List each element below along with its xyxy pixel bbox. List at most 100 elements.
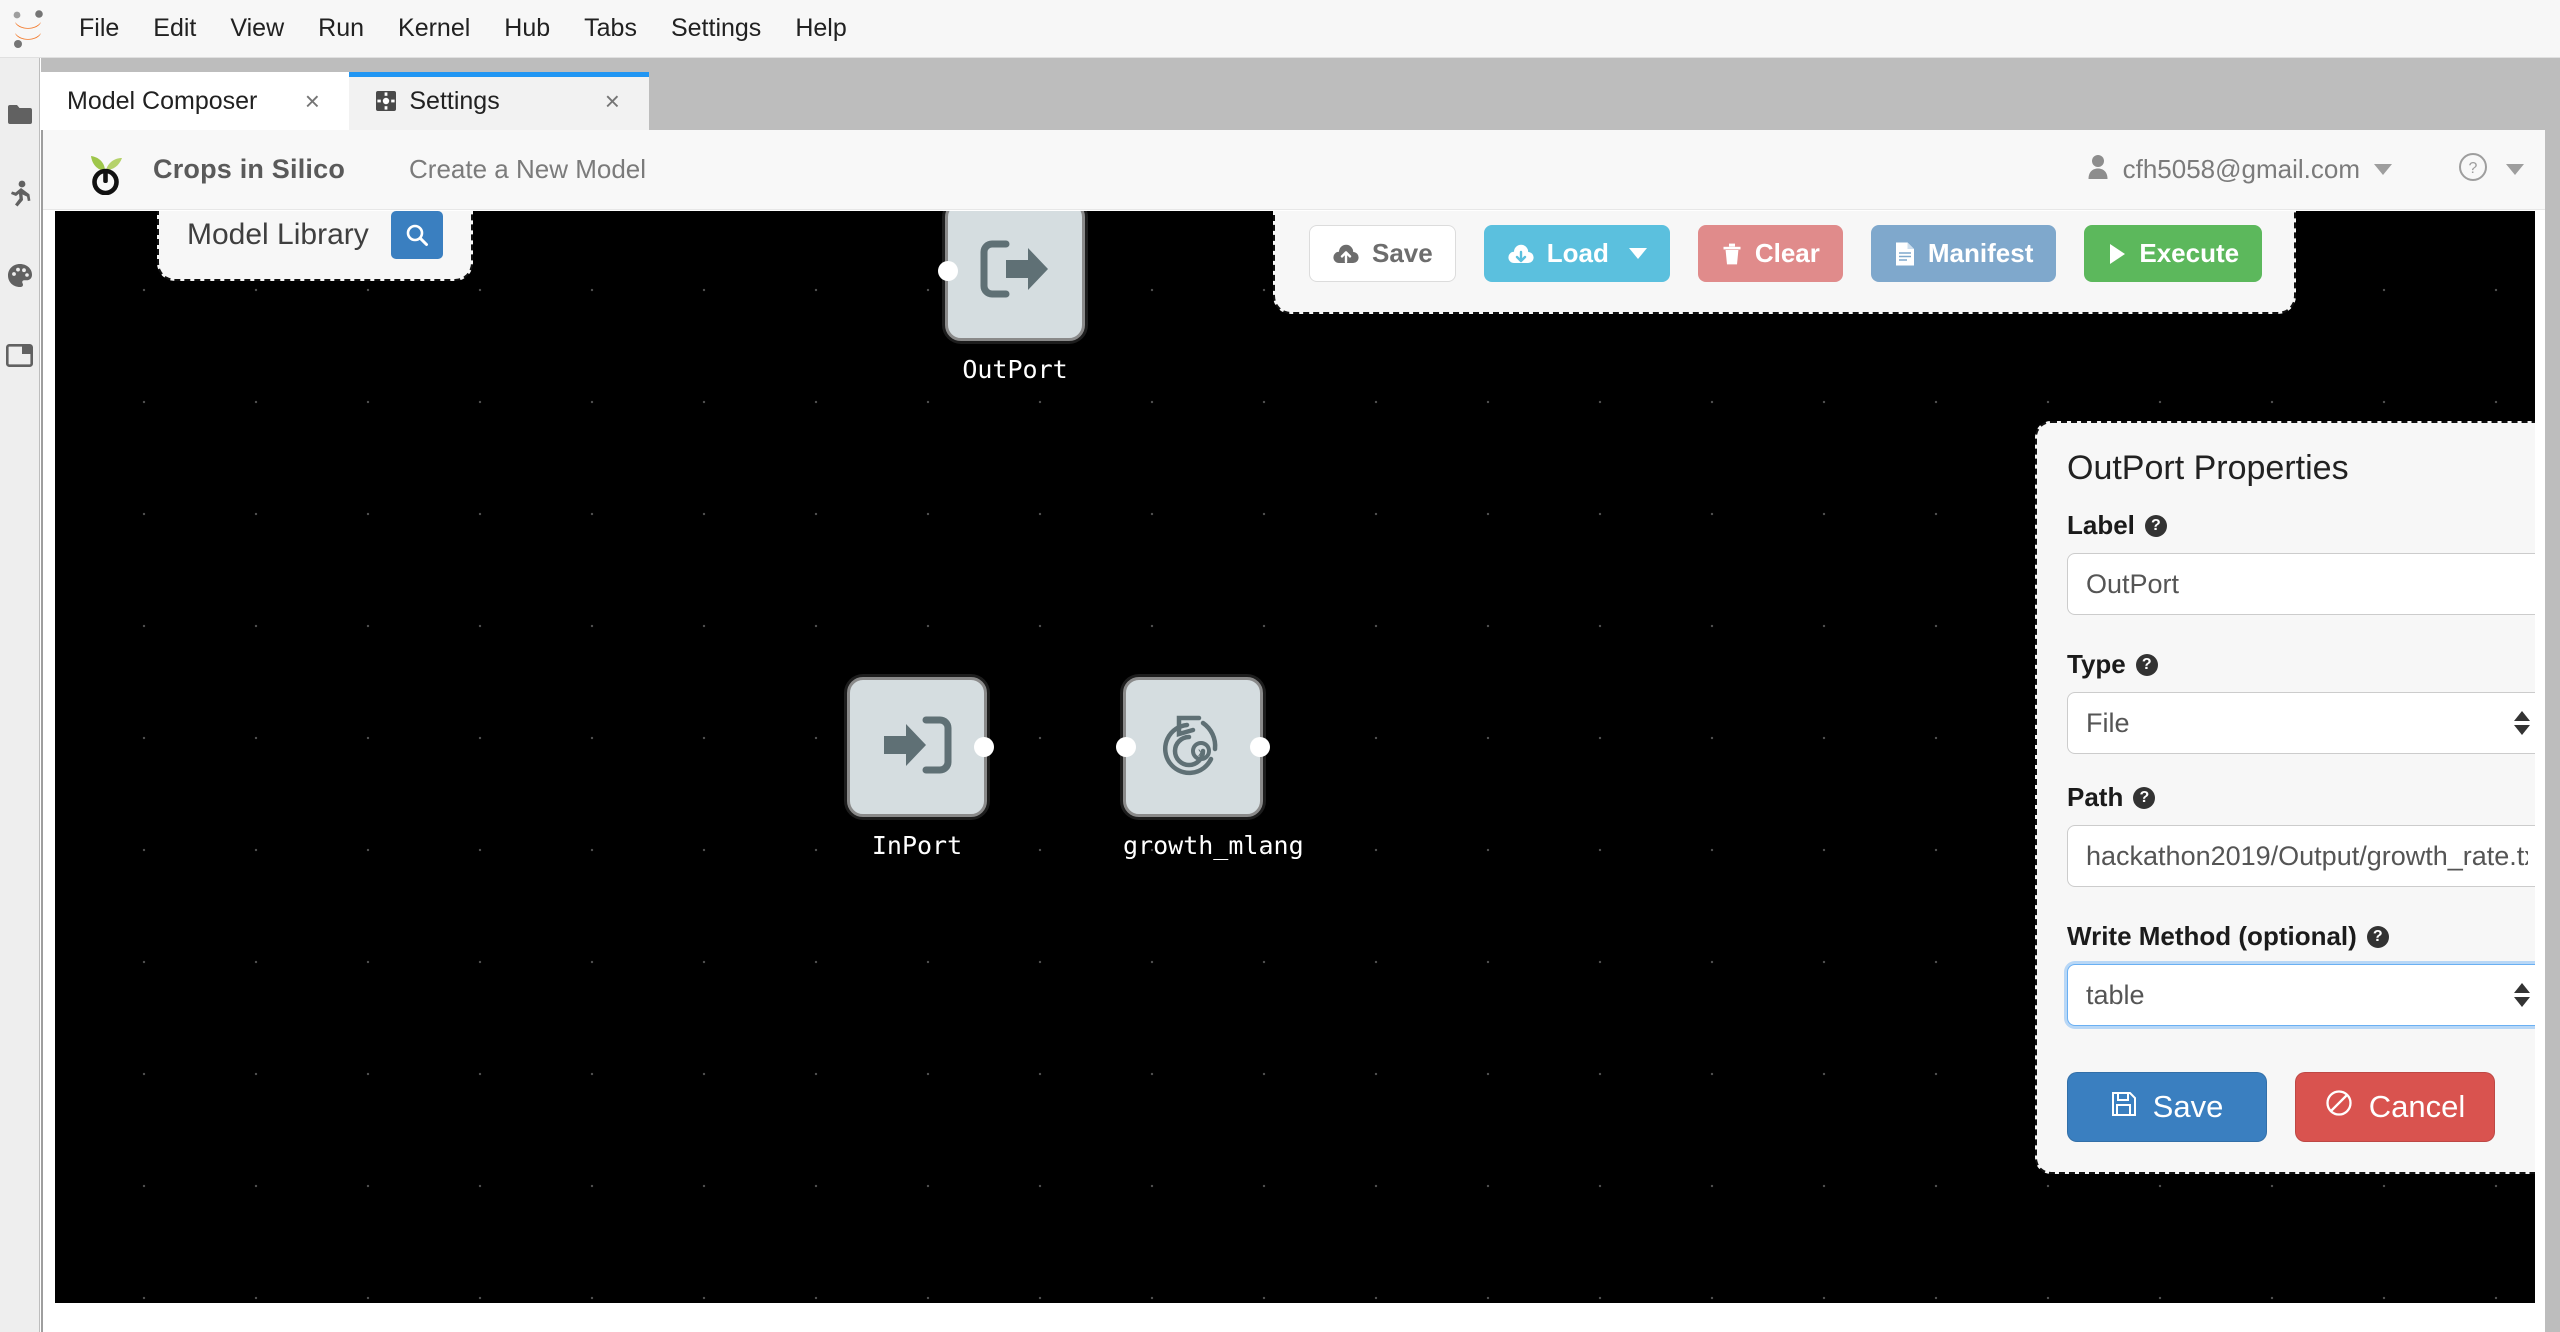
label-input[interactable]: [2067, 553, 2535, 615]
properties-save-button[interactable]: Save: [2067, 1072, 2267, 1142]
node-port-out[interactable]: [1250, 737, 1270, 757]
path-caption: Path ?: [2067, 782, 2535, 813]
node-body[interactable]: x: [1116, 677, 1270, 817]
header-right: cfh5058@gmail.com ?: [2087, 152, 2524, 187]
save-button-label: Save: [1372, 238, 1433, 268]
help-icon[interactable]: ?: [2133, 786, 2156, 809]
path-caption-text: Path: [2067, 782, 2124, 812]
floppy-disk-icon: [2111, 1089, 2137, 1125]
tabs-icon[interactable]: [1, 336, 39, 374]
user-icon: [2087, 154, 2109, 185]
menu-file[interactable]: File: [62, 10, 136, 47]
field-type: Type ? File: [2055, 649, 2535, 754]
outport-arrow-icon: [976, 234, 1054, 309]
tab-model-composer[interactable]: Model Composer ×: [41, 72, 350, 130]
path-input[interactable]: [2067, 825, 2535, 887]
canvas-node-outport[interactable]: OutPort: [938, 211, 1085, 384]
write-method-select[interactable]: table: [2067, 964, 2535, 1026]
type-select[interactable]: File: [2067, 692, 2535, 754]
close-icon[interactable]: ×: [597, 86, 627, 117]
clear-button-label: Clear: [1754, 238, 1820, 268]
jupyter-menubar: File Edit View Run Kernel Hub Tabs Setti…: [0, 0, 2560, 58]
search-icon[interactable]: [390, 211, 443, 259]
cloud-download-icon: [1507, 243, 1535, 265]
load-button[interactable]: Load: [1483, 225, 1670, 282]
menu-view[interactable]: View: [213, 10, 301, 47]
write-method-caption: Write Method (optional) ?: [2067, 921, 2535, 952]
mlang-icon: x: [1153, 705, 1233, 790]
svg-text:x: x: [1198, 745, 1204, 759]
type-caption-text: Type: [2067, 649, 2126, 679]
properties-cancel-label: Cancel: [2368, 1089, 2466, 1124]
save-button[interactable]: Save: [1309, 225, 1456, 282]
execute-button[interactable]: Execute: [2084, 225, 2263, 282]
help-icon[interactable]: ?: [2135, 653, 2158, 676]
node-label: growth_mlang: [1123, 831, 1304, 860]
model-composer-panel: Crops in Silico Create a New Model cfh50…: [41, 130, 2560, 1332]
cloud-upload-icon: [1332, 243, 1360, 265]
brand-title: Crops in Silico: [153, 154, 346, 184]
node-body[interactable]: [847, 677, 994, 817]
document-icon: [1894, 241, 1916, 267]
node-port-in[interactable]: [938, 261, 958, 281]
palette-icon[interactable]: [1, 256, 39, 294]
menu-hub[interactable]: Hub: [487, 10, 567, 47]
help-icon[interactable]: ?: [2144, 514, 2167, 537]
type-select-value: File: [2086, 707, 2130, 738]
tab-settings[interactable]: Settings ×: [349, 72, 650, 130]
help-menu[interactable]: ?: [2458, 152, 2524, 187]
node-port-out[interactable]: [974, 737, 994, 757]
close-icon[interactable]: ×: [297, 86, 327, 117]
spinner-icon: [2514, 983, 2530, 1007]
running-person-icon[interactable]: [1, 176, 39, 214]
field-label: Label ?: [2055, 510, 2535, 643]
app-header: Crops in Silico Create a New Model cfh50…: [43, 130, 2560, 210]
menu-edit[interactable]: Edit: [136, 10, 213, 47]
play-icon: [2107, 242, 2127, 266]
field-write-method: Write Method (optional) ? table: [2055, 921, 2535, 1026]
spinner-icon: [2514, 711, 2530, 735]
menu-help[interactable]: Help: [778, 10, 863, 47]
right-scroll-gutter[interactable]: [2545, 130, 2560, 1332]
manifest-button[interactable]: Manifest: [1870, 225, 2057, 282]
write-method-caption-text: Write Method (optional): [2067, 921, 2357, 951]
label-caption: Label ?: [2067, 510, 2535, 541]
question-circle-icon: ?: [2458, 152, 2488, 187]
gear-icon: [375, 90, 397, 112]
properties-actions: Save Cancel: [2055, 1054, 2535, 1146]
ban-icon: [2325, 1089, 2353, 1125]
trash-icon: [1721, 242, 1743, 266]
node-port-in[interactable]: [1116, 737, 1136, 757]
node-label: InPort: [871, 831, 963, 860]
create-new-model-link[interactable]: Create a New Model: [409, 154, 646, 185]
write-method-select-value: table: [2086, 979, 2145, 1010]
node-body[interactable]: [938, 211, 1085, 341]
outport-properties-panel: OutPort Properties Label ? Type ?: [2035, 421, 2535, 1174]
folder-icon[interactable]: [1, 96, 39, 134]
load-button-label: Load: [1546, 238, 1609, 268]
menu-tabs[interactable]: Tabs: [567, 10, 654, 47]
model-canvas[interactable]: Model Library Save Load Clear Manifest E…: [55, 211, 2535, 1303]
properties-panel-title: OutPort Properties: [2067, 449, 2349, 487]
node-label: OutPort: [962, 355, 1068, 384]
type-caption: Type ?: [2067, 649, 2535, 680]
tab-label: Model Composer: [67, 86, 258, 115]
user-menu[interactable]: cfh5058@gmail.com: [2087, 154, 2392, 185]
menu-kernel[interactable]: Kernel: [381, 10, 487, 47]
chevron-down-icon: [2374, 164, 2392, 175]
canvas-node-inport[interactable]: InPort: [847, 677, 994, 860]
menu-settings[interactable]: Settings: [654, 10, 778, 47]
menu-run[interactable]: Run: [301, 10, 381, 47]
canvas-node-growth-mlang[interactable]: x growth_mlang: [1116, 677, 1304, 860]
manifest-button-label: Manifest: [1927, 238, 2034, 268]
clear-button[interactable]: Clear: [1697, 225, 1843, 282]
chevron-down-icon: [1628, 248, 1647, 259]
model-library-panel[interactable]: Model Library: [157, 211, 473, 281]
canvas-wrapper: Model Library Save Load Clear Manifest E…: [43, 211, 2560, 1332]
svg-text:?: ?: [2469, 160, 2478, 177]
properties-cancel-button[interactable]: Cancel: [2295, 1072, 2495, 1142]
model-library-title: Model Library: [187, 218, 369, 251]
inport-arrow-icon: [878, 710, 956, 785]
help-icon[interactable]: ?: [2366, 925, 2389, 948]
jupyter-logo-icon: [0, 0, 56, 58]
